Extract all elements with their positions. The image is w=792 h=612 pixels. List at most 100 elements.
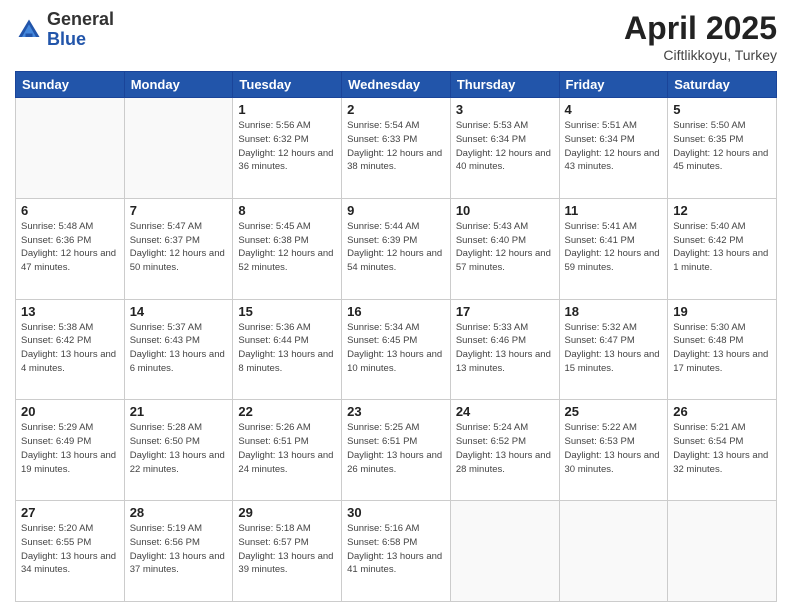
header-saturday: Saturday	[668, 72, 777, 98]
table-row: 14 Sunrise: 5:37 AM Sunset: 6:43 PM Dayli…	[124, 299, 233, 400]
day-info: Sunrise: 5:53 AM Sunset: 6:34 PM Dayligh…	[456, 119, 554, 174]
day-number: 28	[130, 505, 228, 520]
day-number: 23	[347, 404, 445, 419]
day-number: 17	[456, 304, 554, 319]
day-info: Sunrise: 5:45 AM Sunset: 6:38 PM Dayligh…	[238, 220, 336, 275]
calendar-table: Sunday Monday Tuesday Wednesday Thursday…	[15, 71, 777, 602]
calendar-subtitle: Ciftlikkoyu, Turkey	[624, 47, 777, 63]
table-row: 25Sunrise: 5:22 AM Sunset: 6:53 PM Dayli…	[559, 400, 668, 501]
day-number: 13	[21, 304, 119, 319]
day-number: 14	[130, 304, 228, 319]
weekday-header-row: Sunday Monday Tuesday Wednesday Thursday…	[16, 72, 777, 98]
table-row: 13 Sunrise: 5:38 AM Sunset: 6:42 PM Dayli…	[16, 299, 125, 400]
table-row: 23 Sunrise: 5:25 AM Sunset: 6:51 PM Dayli…	[342, 400, 451, 501]
table-row: 4 Sunrise: 5:51 AM Sunset: 6:34 PM Daylig…	[559, 98, 668, 199]
day-number: 29	[238, 505, 336, 520]
day-number: 6	[21, 203, 119, 218]
day-number: 4	[565, 102, 663, 117]
day-info: Sunrise: 5:37 AM Sunset: 6:43 PM Dayligh…	[130, 321, 228, 376]
day-number: 24	[456, 404, 554, 419]
day-info: Sunrise: 5:41 AM Sunset: 6:41 PM Dayligh…	[565, 220, 663, 275]
header-monday: Monday	[124, 72, 233, 98]
day-number: 18	[565, 304, 663, 319]
day-info: Sunrise: 5:28 AM Sunset: 6:50 PM Dayligh…	[130, 421, 228, 476]
day-number: 9	[347, 203, 445, 218]
logo-text: General Blue	[47, 10, 114, 50]
table-row: 12 Sunrise: 5:40 AM Sunset: 6:42 PM Dayli…	[668, 198, 777, 299]
table-row: 15Sunrise: 5:36 AM Sunset: 6:44 PM Dayli…	[233, 299, 342, 400]
day-info: Sunrise: 5:18 AM Sunset: 6:57 PM Dayligh…	[238, 522, 336, 577]
header-sunday: Sunday	[16, 72, 125, 98]
day-info: Sunrise: 5:51 AM Sunset: 6:34 PM Dayligh…	[565, 119, 663, 174]
day-number: 2	[347, 102, 445, 117]
table-row: 17 Sunrise: 5:33 AM Sunset: 6:46 PM Dayli…	[450, 299, 559, 400]
day-number: 3	[456, 102, 554, 117]
day-info: Sunrise: 5:21 AM Sunset: 6:54 PM Dayligh…	[673, 421, 771, 476]
header-thursday: Thursday	[450, 72, 559, 98]
day-info: Sunrise: 5:19 AM Sunset: 6:56 PM Dayligh…	[130, 522, 228, 577]
table-row	[16, 98, 125, 199]
calendar-week-row: 6 Sunrise: 5:48 AM Sunset: 6:36 PM Daylig…	[16, 198, 777, 299]
logo-blue: Blue	[47, 30, 114, 50]
table-row: 16 Sunrise: 5:34 AM Sunset: 6:45 PM Dayli…	[342, 299, 451, 400]
table-row: 22Sunrise: 5:26 AM Sunset: 6:51 PM Dayli…	[233, 400, 342, 501]
day-info: Sunrise: 5:50 AM Sunset: 6:35 PM Dayligh…	[673, 119, 771, 174]
day-number: 10	[456, 203, 554, 218]
day-info: Sunrise: 5:20 AM Sunset: 6:55 PM Dayligh…	[21, 522, 119, 577]
table-row	[559, 501, 668, 602]
table-row: 1 Sunrise: 5:56 AM Sunset: 6:32 PM Daylig…	[233, 98, 342, 199]
day-number: 1	[238, 102, 336, 117]
day-info: Sunrise: 5:38 AM Sunset: 6:42 PM Dayligh…	[21, 321, 119, 376]
day-number: 5	[673, 102, 771, 117]
day-info: Sunrise: 5:25 AM Sunset: 6:51 PM Dayligh…	[347, 421, 445, 476]
header-friday: Friday	[559, 72, 668, 98]
logo-icon	[15, 16, 43, 44]
table-row: 27Sunrise: 5:20 AM Sunset: 6:55 PM Dayli…	[16, 501, 125, 602]
table-row: 5 Sunrise: 5:50 AM Sunset: 6:35 PM Daylig…	[668, 98, 777, 199]
day-info: Sunrise: 5:34 AM Sunset: 6:45 PM Dayligh…	[347, 321, 445, 376]
table-row: 3 Sunrise: 5:53 AM Sunset: 6:34 PM Daylig…	[450, 98, 559, 199]
header: General Blue April 2025 Ciftlikkoyu, Tur…	[15, 10, 777, 63]
calendar-week-row: 1 Sunrise: 5:56 AM Sunset: 6:32 PM Daylig…	[16, 98, 777, 199]
header-wednesday: Wednesday	[342, 72, 451, 98]
table-row	[668, 501, 777, 602]
page: General Blue April 2025 Ciftlikkoyu, Tur…	[0, 0, 792, 612]
day-info: Sunrise: 5:26 AM Sunset: 6:51 PM Dayligh…	[238, 421, 336, 476]
table-row: 10 Sunrise: 5:43 AM Sunset: 6:40 PM Dayli…	[450, 198, 559, 299]
day-number: 7	[130, 203, 228, 218]
day-number: 16	[347, 304, 445, 319]
table-row: 18Sunrise: 5:32 AM Sunset: 6:47 PM Dayli…	[559, 299, 668, 400]
day-number: 30	[347, 505, 445, 520]
table-row: 26Sunrise: 5:21 AM Sunset: 6:54 PM Dayli…	[668, 400, 777, 501]
logo-general: General	[47, 10, 114, 30]
table-row: 11 Sunrise: 5:41 AM Sunset: 6:41 PM Dayli…	[559, 198, 668, 299]
day-number: 12	[673, 203, 771, 218]
table-row: 21 Sunrise: 5:28 AM Sunset: 6:50 PM Dayli…	[124, 400, 233, 501]
table-row: 8 Sunrise: 5:45 AM Sunset: 6:38 PM Daylig…	[233, 198, 342, 299]
day-info: Sunrise: 5:56 AM Sunset: 6:32 PM Dayligh…	[238, 119, 336, 174]
day-number: 19	[673, 304, 771, 319]
day-info: Sunrise: 5:33 AM Sunset: 6:46 PM Dayligh…	[456, 321, 554, 376]
table-row: 19 Sunrise: 5:30 AM Sunset: 6:48 PM Dayli…	[668, 299, 777, 400]
day-number: 8	[238, 203, 336, 218]
day-info: Sunrise: 5:47 AM Sunset: 6:37 PM Dayligh…	[130, 220, 228, 275]
calendar-week-row: 20Sunrise: 5:29 AM Sunset: 6:49 PM Dayli…	[16, 400, 777, 501]
calendar-title: April 2025	[624, 10, 777, 47]
table-row	[450, 501, 559, 602]
table-row: 29 Sunrise: 5:18 AM Sunset: 6:57 PM Dayli…	[233, 501, 342, 602]
day-info: Sunrise: 5:40 AM Sunset: 6:42 PM Dayligh…	[673, 220, 771, 275]
day-info: Sunrise: 5:43 AM Sunset: 6:40 PM Dayligh…	[456, 220, 554, 275]
table-row: 7 Sunrise: 5:47 AM Sunset: 6:37 PM Daylig…	[124, 198, 233, 299]
table-row: 6 Sunrise: 5:48 AM Sunset: 6:36 PM Daylig…	[16, 198, 125, 299]
table-row: 28 Sunrise: 5:19 AM Sunset: 6:56 PM Dayli…	[124, 501, 233, 602]
day-info: Sunrise: 5:48 AM Sunset: 6:36 PM Dayligh…	[21, 220, 119, 275]
day-info: Sunrise: 5:22 AM Sunset: 6:53 PM Dayligh…	[565, 421, 663, 476]
calendar-week-row: 27Sunrise: 5:20 AM Sunset: 6:55 PM Dayli…	[16, 501, 777, 602]
table-row: 24 Sunrise: 5:24 AM Sunset: 6:52 PM Dayli…	[450, 400, 559, 501]
title-block: April 2025 Ciftlikkoyu, Turkey	[624, 10, 777, 63]
day-info: Sunrise: 5:30 AM Sunset: 6:48 PM Dayligh…	[673, 321, 771, 376]
day-number: 21	[130, 404, 228, 419]
day-info: Sunrise: 5:24 AM Sunset: 6:52 PM Dayligh…	[456, 421, 554, 476]
day-number: 11	[565, 203, 663, 218]
day-info: Sunrise: 5:44 AM Sunset: 6:39 PM Dayligh…	[347, 220, 445, 275]
